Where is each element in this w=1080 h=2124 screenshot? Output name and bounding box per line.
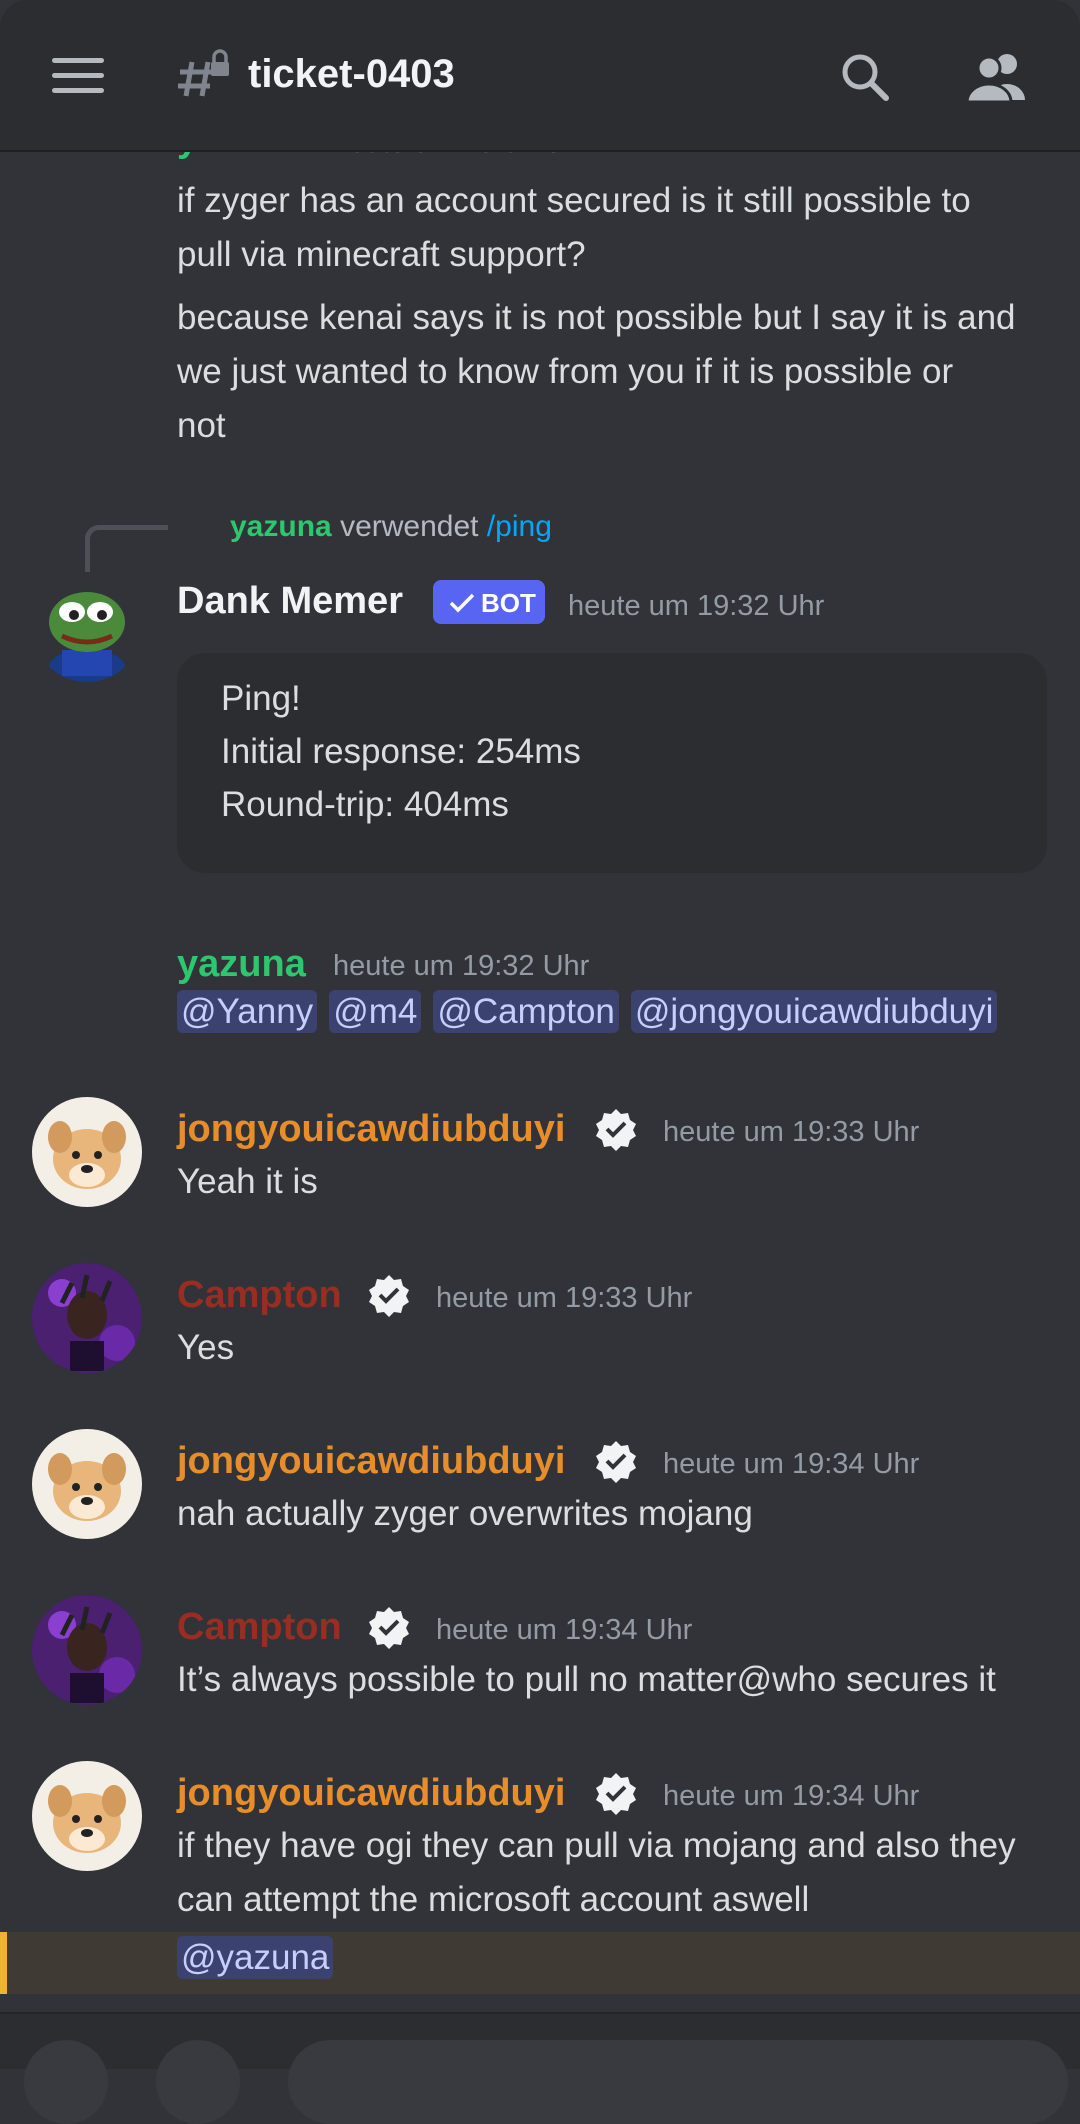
- user-mention[interactable]: @m4: [329, 990, 422, 1033]
- bot-badge: BOT: [433, 580, 545, 624]
- dog-avatar-icon: [48, 1121, 126, 1189]
- message-line: not: [177, 406, 226, 445]
- message-timestamp: heute um 19:34 Uhr: [663, 1448, 920, 1480]
- message-line: if zyger has an account secured is it st…: [177, 181, 971, 220]
- user-mention[interactable]: @yazuna: [177, 1936, 334, 1979]
- message-author[interactable]: jongyouicawdiubduyi: [177, 1440, 565, 1483]
- avatar[interactable]: [32, 1761, 142, 1871]
- add-attachment-button[interactable]: [24, 2040, 108, 2124]
- verified-badge-icon: [596, 1441, 636, 1483]
- message-line: pull via minecraft support?: [177, 235, 586, 274]
- channel-header: ticket-0403: [0, 0, 1080, 152]
- message-timestamp: heute um 19:33 Uhr: [436, 1282, 693, 1314]
- avatar[interactable]: [32, 1595, 142, 1705]
- message-author[interactable]: Dank Memer: [177, 580, 403, 623]
- user-mention[interactable]: @Campton: [433, 990, 619, 1033]
- checkmark-icon: [449, 593, 475, 613]
- message-line: because kenai says it is not possible bu…: [177, 298, 1016, 337]
- avatar[interactable]: [32, 572, 142, 682]
- verified-badge-icon: [596, 1773, 636, 1815]
- avatar[interactable]: [32, 1429, 142, 1539]
- search-icon[interactable]: [838, 50, 892, 104]
- message-text: nah actually zyger overwrites mojang: [177, 1494, 753, 1533]
- mention-highlight: [0, 1932, 1080, 1994]
- message-author[interactable]: Campton: [177, 1274, 342, 1317]
- reply-connector: [85, 525, 168, 574]
- dog-avatar-icon: [48, 1785, 126, 1853]
- hamburger-menu-icon[interactable]: [52, 58, 104, 94]
- avatar[interactable]: [32, 1263, 142, 1373]
- locked-channel-icon: [178, 49, 229, 97]
- reply-command[interactable]: /ping: [487, 510, 552, 543]
- reply-reference[interactable]: yazuna verwendet /ping: [230, 510, 552, 544]
- verified-badge-icon: [596, 1109, 636, 1151]
- verified-badge-icon: [369, 1275, 409, 1317]
- user-mention[interactable]: @jongyouicawdiubduyi: [630, 990, 998, 1033]
- bot-badge-label: BOT: [481, 588, 536, 618]
- embed-line: Round-trip: 404ms: [221, 785, 509, 824]
- campton-avatar-icon: [32, 1595, 142, 1705]
- message-line: we just wanted to know from you if it is…: [177, 352, 954, 391]
- message-input[interactable]: [288, 2040, 1068, 2124]
- members-icon[interactable]: [965, 50, 1029, 104]
- composer-bar: [0, 2012, 1080, 2124]
- reply-user[interactable]: yazuna: [230, 510, 332, 543]
- apps-button[interactable]: [156, 2040, 240, 2124]
- message-text: It’s always possible to pull no matter@w…: [177, 1660, 996, 1699]
- message-timestamp: heute um 19:34 Uhr: [663, 1780, 920, 1812]
- user-mention[interactable]: @Yanny: [177, 990, 318, 1033]
- campton-avatar-icon: [32, 1263, 142, 1373]
- message-text: Yes: [177, 1328, 235, 1367]
- message-author[interactable]: yazuna: [177, 943, 306, 986]
- message-list[interactable]: yazuna heute um 19:31 Uhr if zyger has a…: [0, 0, 1080, 2067]
- message-timestamp: heute um 19:33 Uhr: [663, 1116, 920, 1148]
- message-line: if they have ogi they can pull via mojan…: [177, 1826, 1016, 1865]
- embed-line: Initial response: 254ms: [221, 732, 581, 771]
- avatar[interactable]: [32, 1097, 142, 1207]
- message-timestamp: heute um 19:32 Uhr: [333, 950, 590, 982]
- message-line: can attempt the microsoft account aswell: [177, 1880, 810, 1919]
- embed-line: Ping!: [221, 679, 301, 718]
- message-author[interactable]: jongyouicawdiubduyi: [177, 1108, 565, 1151]
- message-author[interactable]: jongyouicawdiubduyi: [177, 1772, 565, 1815]
- mention-row: @yazuna: [177, 1936, 345, 1979]
- dog-avatar-icon: [48, 1453, 126, 1521]
- dank-memer-avatar-icon: [49, 592, 125, 682]
- message-timestamp: heute um 19:34 Uhr: [436, 1614, 693, 1646]
- channel-name: ticket-0403: [248, 52, 455, 96]
- message-timestamp: heute um 19:32 Uhr: [568, 590, 825, 622]
- message-text: Yeah it is: [177, 1162, 318, 1201]
- reply-verb: verwendet: [340, 510, 479, 543]
- mention-row: @Yanny @m4 @Campton @jongyouicawdiubduyi: [177, 990, 1009, 1033]
- verified-badge-icon: [369, 1607, 409, 1649]
- message-author[interactable]: Campton: [177, 1606, 342, 1649]
- bot-embed: Ping! Initial response: 254ms Round-trip…: [177, 653, 1047, 873]
